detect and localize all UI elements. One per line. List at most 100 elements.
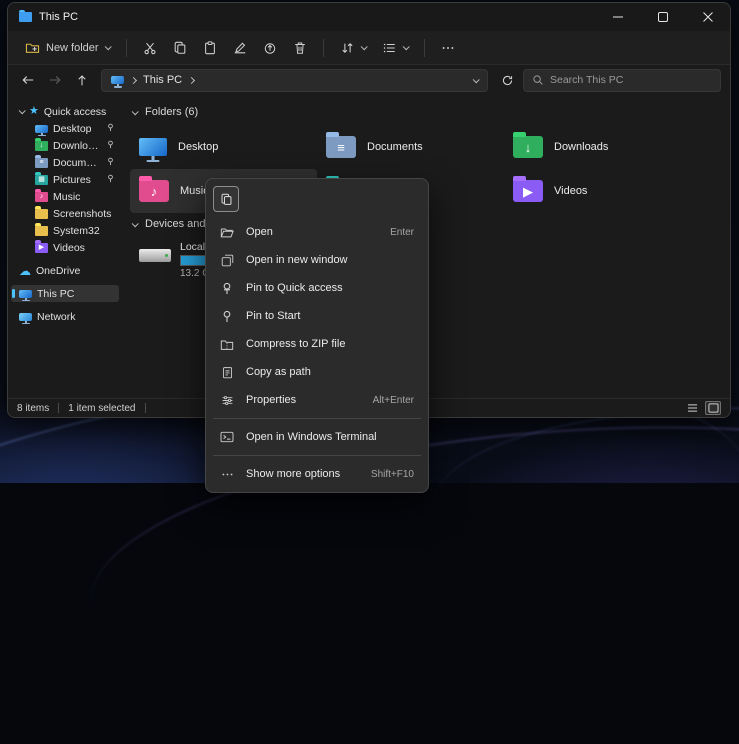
- copy-button[interactable]: [166, 36, 194, 60]
- sidebar-item-documents[interactable]: ≡ Documents: [11, 154, 119, 171]
- sidebar-item-system32[interactable]: System32: [11, 222, 119, 239]
- breadcrumb-root[interactable]: This PC: [143, 74, 182, 86]
- titlebar: This PC: [8, 3, 730, 31]
- breadcrumb-chevron-icon[interactable]: [188, 76, 195, 83]
- explorer-app-icon: [19, 12, 32, 22]
- toolbar-divider: [323, 39, 324, 57]
- new-folder-button[interactable]: New folder: [18, 36, 117, 59]
- share-icon: [263, 41, 277, 55]
- cut-button[interactable]: [136, 36, 164, 60]
- close-icon: [703, 12, 713, 22]
- copy-icon: [173, 41, 187, 55]
- pin-icon: [219, 310, 235, 323]
- collapse-chevron-icon[interactable]: [132, 220, 139, 227]
- rename-button[interactable]: [226, 36, 254, 60]
- search-icon: [532, 74, 544, 86]
- forward-icon: [48, 74, 62, 86]
- pictures-icon: ▦: [35, 175, 48, 185]
- breadcrumb-chevron-icon: [130, 76, 137, 83]
- menu-item-properties[interactable]: Properties Alt+Enter: [210, 386, 424, 414]
- forward-button[interactable]: [44, 69, 66, 91]
- item-count: 8 items: [17, 403, 49, 414]
- paste-icon: [203, 41, 217, 55]
- search-input[interactable]: [550, 74, 712, 86]
- see-more-button[interactable]: [434, 36, 462, 60]
- menu-item-open[interactable]: Open Enter: [210, 218, 424, 246]
- collapse-chevron-icon[interactable]: [132, 108, 139, 115]
- sidebar-item-onedrive[interactable]: ☁ OneDrive: [11, 262, 119, 279]
- sidebar-item-videos[interactable]: ▶ Videos: [11, 239, 119, 256]
- sort-button[interactable]: [333, 36, 373, 60]
- selected-count: 1 item selected: [68, 403, 135, 414]
- folder-icon: [35, 209, 48, 219]
- view-button[interactable]: [375, 36, 415, 60]
- this-pc-icon: [111, 76, 124, 84]
- copy-quick-action-button[interactable]: [213, 186, 239, 212]
- sort-icon: [340, 41, 355, 55]
- back-button[interactable]: [17, 69, 39, 91]
- address-dropdown-icon[interactable]: [473, 76, 480, 83]
- sidebar-item-desktop[interactable]: Desktop: [11, 120, 119, 137]
- menu-item-pin-quick-access[interactable]: Pin to Quick access: [210, 274, 424, 302]
- status-divider: [58, 403, 59, 413]
- paste-button[interactable]: [196, 36, 224, 60]
- documents-folder-icon: ≡: [326, 136, 356, 158]
- delete-icon: [293, 41, 307, 55]
- open-icon: [219, 226, 235, 239]
- refresh-button[interactable]: [496, 69, 518, 91]
- pin-icon: [219, 282, 235, 295]
- sidebar-item-music[interactable]: ♪ Music: [11, 188, 119, 205]
- quick-access-icon: ★: [29, 106, 39, 117]
- sidebar-item-quick-access[interactable]: ★ Quick access: [11, 103, 119, 120]
- zip-icon: [219, 338, 235, 351]
- close-button[interactable]: [685, 3, 730, 31]
- window-title: This PC: [39, 11, 78, 23]
- sidebar-item-network[interactable]: Network: [11, 308, 119, 325]
- chevron-down-icon: [104, 43, 111, 50]
- chevron-down-icon[interactable]: [19, 107, 26, 114]
- videos-folder-icon: ▶: [513, 180, 543, 202]
- menu-item-compress-zip[interactable]: Compress to ZIP file: [210, 330, 424, 358]
- view-icon: [382, 41, 397, 55]
- menu-item-show-more-options[interactable]: Show more options Shift+F10: [210, 460, 424, 488]
- this-pc-icon: [19, 290, 32, 298]
- music-folder-icon: ♪: [139, 180, 169, 202]
- videos-icon: ▶: [35, 243, 48, 253]
- details-view-button[interactable]: [684, 401, 700, 415]
- pin-icon: [106, 157, 115, 169]
- folders-section-header[interactable]: Folders (6): [132, 103, 730, 121]
- folder-tile-downloads[interactable]: ↓ Downloads: [504, 125, 691, 169]
- sidebar-item-downloads[interactable]: ↓ Downloads: [11, 137, 119, 154]
- icons-view-button[interactable]: [705, 401, 721, 415]
- sidebar-item-pictures[interactable]: ▦ Pictures: [11, 171, 119, 188]
- folder-tile-desktop[interactable]: Desktop: [130, 125, 317, 169]
- share-button[interactable]: [256, 36, 284, 60]
- folder-tile-videos[interactable]: ▶ Videos: [504, 169, 691, 213]
- desktop-icon: [35, 125, 48, 133]
- sidebar-item-screenshots[interactable]: Screenshots: [11, 205, 119, 222]
- up-button[interactable]: [71, 69, 93, 91]
- sidebar-item-this-pc[interactable]: This PC: [11, 285, 119, 302]
- chevron-down-icon: [402, 43, 409, 50]
- pin-icon: [106, 140, 115, 152]
- toolbar-divider: [424, 39, 425, 57]
- maximize-button[interactable]: [640, 3, 685, 31]
- menu-item-pin-to-start[interactable]: Pin to Start: [210, 302, 424, 330]
- search-box[interactable]: [523, 69, 721, 92]
- maximize-icon: [658, 12, 668, 22]
- menu-item-open-windows-terminal[interactable]: Open in Windows Terminal: [210, 423, 424, 451]
- toolbar-divider: [126, 39, 127, 57]
- documents-icon: ≡: [35, 158, 48, 168]
- back-icon: [21, 74, 35, 86]
- navigation-pane: ★ Quick access Desktop ↓ Downloads ≡ Doc…: [8, 95, 122, 398]
- downloads-folder-icon: ↓: [513, 136, 543, 158]
- downloads-icon: ↓: [35, 141, 48, 151]
- address-bar[interactable]: This PC: [101, 69, 488, 92]
- menu-item-open-new-window[interactable]: Open in new window: [210, 246, 424, 274]
- delete-button[interactable]: [286, 36, 314, 60]
- menu-item-copy-as-path[interactable]: Copy as path: [210, 358, 424, 386]
- folder-tile-documents[interactable]: ≡ Documents: [317, 125, 504, 169]
- minimize-button[interactable]: [595, 3, 640, 31]
- properties-icon: [219, 394, 235, 407]
- refresh-icon: [501, 74, 514, 87]
